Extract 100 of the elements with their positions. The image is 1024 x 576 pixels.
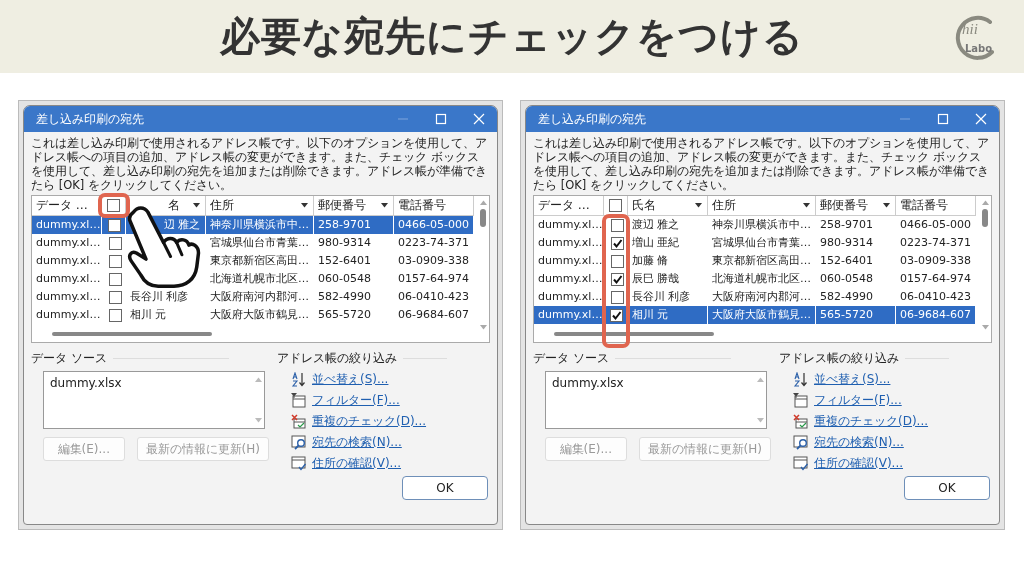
checkbox[interactable] bbox=[108, 272, 122, 286]
dropdown-caret-icon[interactable] bbox=[193, 203, 200, 208]
column-header[interactable]: 郵便番号 bbox=[816, 196, 896, 215]
table-cell-text: 神奈川県横浜市中… bbox=[711, 217, 812, 233]
table-cell: dummy.xl… bbox=[534, 306, 604, 324]
link[interactable]: フィルター(F)... bbox=[312, 392, 400, 409]
table-cell-text: 0223-74-371 bbox=[397, 235, 470, 251]
table-cell-text: 152-6401 bbox=[819, 253, 874, 269]
scrollbar-thumb[interactable] bbox=[982, 209, 988, 227]
link[interactable]: 重複のチェック(D)... bbox=[814, 413, 929, 430]
list-item[interactable]: dummy.xlsx bbox=[50, 376, 246, 390]
checkbox[interactable] bbox=[610, 272, 624, 286]
group-label: アドレス帳の絞り込み bbox=[277, 349, 397, 367]
magnifier-icon bbox=[793, 435, 808, 450]
table-cell-text: 565-5720 bbox=[317, 307, 372, 323]
link[interactable]: 住所の確認(V)... bbox=[312, 455, 401, 472]
maximize-icon[interactable] bbox=[435, 113, 447, 125]
checkbox[interactable] bbox=[106, 199, 120, 212]
table-row[interactable]: dummy.xl… 長谷川 利彦 大阪府南河内郡河… 582-4990 06-0410-423 bbox=[534, 288, 976, 306]
checkbox[interactable] bbox=[610, 218, 624, 232]
close-icon[interactable] bbox=[975, 113, 987, 125]
dropdown-caret-icon[interactable] bbox=[301, 203, 308, 208]
source-list[interactable]: dummy.xlsx bbox=[545, 371, 767, 429]
table-row[interactable]: dummy.xl… 増山 亜紀 宮城県仙台市青葉… 980-9314 0223-74-371 bbox=[534, 234, 976, 252]
checkbox[interactable] bbox=[108, 218, 121, 232]
table-cell-text: 渡辺 雅之 bbox=[631, 217, 681, 233]
checkbox[interactable] bbox=[108, 236, 122, 250]
close-icon[interactable] bbox=[473, 113, 485, 125]
ok-button[interactable]: OK bbox=[402, 476, 488, 500]
link[interactable]: 宛先の検索(N)... bbox=[814, 434, 904, 451]
column-label: 郵便番号 bbox=[318, 197, 366, 214]
checkbox[interactable] bbox=[610, 254, 624, 268]
link[interactable]: 並べ替え(S)... bbox=[312, 371, 389, 388]
checkbox[interactable] bbox=[108, 254, 122, 268]
checkbox[interactable] bbox=[610, 236, 624, 250]
table-row[interactable]: dummy.xl… 長谷川 利彦 大阪府南河内郡河… 582-4990 06-0410-423 bbox=[32, 288, 474, 306]
description-text: これは差し込み印刷で使用されるアドレス帳です。以下のオプションを使用して、アドレス帳への項目の追加、アドレス帳の変更ができます。また、チェック ボックスを使用して、差し込み印刷の宛先を追加または削除できます。アドレス帳が準備できたら [OK] をクリックしてください。 bbox=[533, 136, 990, 192]
table-row[interactable]: dummy.xl… 北海道札幌市北区… 060-0548 0157-64-974 bbox=[32, 270, 474, 288]
table-cell: 神奈川県横浜市中… bbox=[206, 216, 314, 234]
column-header[interactable]: 住所 bbox=[708, 196, 816, 215]
table-cell-text: dummy.xl… bbox=[537, 235, 604, 251]
link[interactable]: 宛先の検索(N)... bbox=[312, 434, 402, 451]
table-row[interactable]: dummy.xl… 辰巳 勝哉 北海道札幌市北区… 060-0548 0157-64-974 bbox=[534, 270, 976, 288]
table-row[interactable]: dummy.xl… 東京都新宿区高田… 152-6401 03-0909-338 bbox=[32, 252, 474, 270]
checkbox[interactable] bbox=[108, 290, 122, 304]
list-item[interactable]: dummy.xlsx bbox=[552, 376, 748, 390]
column-label: 郵便番号 bbox=[820, 197, 868, 214]
column-header[interactable]: 電話番号 bbox=[896, 196, 976, 215]
group-label: データ ソース bbox=[31, 349, 107, 367]
column-label: 電話番号 bbox=[398, 197, 446, 214]
table-cell-text: 0466-05-000 bbox=[899, 217, 972, 233]
column-header[interactable]: 住所 bbox=[206, 196, 314, 215]
checkbox[interactable] bbox=[608, 199, 622, 212]
table-cell: 06-9684-607 bbox=[896, 306, 976, 324]
dropdown-caret-icon[interactable] bbox=[883, 203, 890, 208]
table-row[interactable]: dummy.xl… 辺 雅之 神奈川県横浜市中… 258-9701 0466-05-000 bbox=[32, 216, 474, 234]
scrollbar-thumb[interactable] bbox=[554, 332, 714, 336]
table-cell-text: 0157-64-974 bbox=[397, 271, 470, 287]
column-header[interactable]: データ … bbox=[534, 196, 604, 215]
table-cell: 0466-05-000 bbox=[394, 216, 474, 234]
ok-button[interactable]: OK bbox=[904, 476, 990, 500]
table-row[interactable]: dummy.xl… 宮城県仙台市青葉… 980-9314 0223-74-371 bbox=[32, 234, 474, 252]
table-cell-text: 東京都新宿区高田… bbox=[711, 253, 812, 269]
table-cell-text: 加藤 脩 bbox=[631, 253, 670, 269]
table-cell-text: dummy.xl… bbox=[35, 289, 102, 305]
table-row[interactable]: dummy.xl… 相川 元 大阪府大阪市鶴見… 565-5720 06-9684-607 bbox=[32, 306, 474, 324]
table-cell: 565-5720 bbox=[816, 306, 896, 324]
checkbox[interactable] bbox=[610, 290, 624, 304]
duplicate-check-icon bbox=[291, 414, 306, 429]
link[interactable]: 重複のチェック(D)... bbox=[312, 413, 427, 430]
window-title: 差し込み印刷の宛先 bbox=[538, 110, 646, 128]
column-header[interactable]: データ … bbox=[32, 196, 102, 215]
table-cell-text: 06-9684-607 bbox=[397, 307, 470, 323]
column-header[interactable]: 氏名 bbox=[628, 196, 708, 215]
table-cell: 相川 元 bbox=[628, 306, 708, 324]
table-cell-text: 980-9314 bbox=[819, 235, 874, 251]
table-cell-text: dummy.xl… bbox=[35, 253, 102, 269]
dropdown-caret-icon[interactable] bbox=[803, 203, 810, 208]
link[interactable]: フィルター(F)... bbox=[814, 392, 902, 409]
magnifier-icon bbox=[291, 435, 306, 450]
checkbox[interactable] bbox=[610, 308, 623, 322]
table-row[interactable]: dummy.xl… 加藤 脩 東京都新宿区高田… 152-6401 03-0909-338 bbox=[534, 252, 976, 270]
scrollbar-thumb[interactable] bbox=[480, 209, 486, 227]
filter-icon bbox=[291, 393, 306, 408]
column-header[interactable]: 電話番号 bbox=[394, 196, 474, 215]
link[interactable]: 並べ替え(S)... bbox=[814, 371, 891, 388]
link[interactable]: 住所の確認(V)... bbox=[814, 455, 903, 472]
dropdown-caret-icon[interactable] bbox=[381, 203, 388, 208]
scrollbar-thumb[interactable] bbox=[52, 332, 212, 336]
source-list[interactable]: dummy.xlsx bbox=[43, 371, 265, 429]
table-row[interactable]: dummy.xl… 渡辺 雅之 神奈川県横浜市中… 258-9701 0466-05-000 bbox=[534, 216, 976, 234]
table-row[interactable]: dummy.xl… 相川 元 大阪府大阪市鶴見… 565-5720 06-9684-607 bbox=[534, 306, 976, 324]
table-cell-text: dummy.xl… bbox=[537, 253, 604, 269]
table-cell-text: 06-0410-423 bbox=[899, 289, 972, 305]
table-cell-text: 宮城県仙台市青葉… bbox=[209, 235, 310, 251]
dropdown-caret-icon[interactable] bbox=[695, 203, 702, 208]
maximize-icon[interactable] bbox=[937, 113, 949, 125]
checkbox[interactable] bbox=[108, 308, 122, 322]
column-header[interactable]: 郵便番号 bbox=[314, 196, 394, 215]
table-cell-text: 0223-74-371 bbox=[899, 235, 972, 251]
